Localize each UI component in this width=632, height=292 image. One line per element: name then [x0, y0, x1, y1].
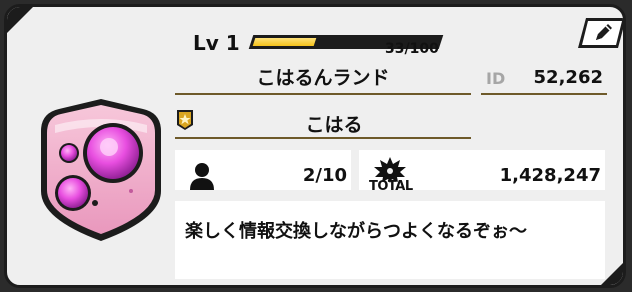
edit-profile-button[interactable] [576, 16, 626, 50]
xp-progress-text: 33/100 [385, 41, 439, 57]
id-label: ID [486, 69, 506, 88]
player-title: こはる [305, 114, 363, 136]
divider [175, 137, 471, 139]
total-label: TOTAL [369, 179, 413, 194]
divider [175, 93, 471, 95]
gold-star-rank-icon [177, 110, 193, 130]
divider [481, 93, 607, 95]
player-name: こはるんランド [256, 67, 390, 89]
pink-shield-emblem-icon[interactable] [35, 95, 167, 245]
friends-count: 2/10 [302, 165, 347, 186]
profile-comment: 楽しく情報交換しながらつよくなるぞぉ〜 [185, 221, 527, 242]
total-value: 1,428,247 [499, 165, 601, 186]
person-icon [190, 163, 214, 190]
card-corner-decoration [7, 7, 33, 33]
level-label: Lv 1 [193, 31, 240, 55]
id-value: 52,262 [533, 67, 603, 88]
profile-card: Lv 1 33/100 こはるんランド ID 52,262 こはる 2/10 T… [4, 4, 626, 288]
xp-progress-fill [252, 38, 317, 46]
